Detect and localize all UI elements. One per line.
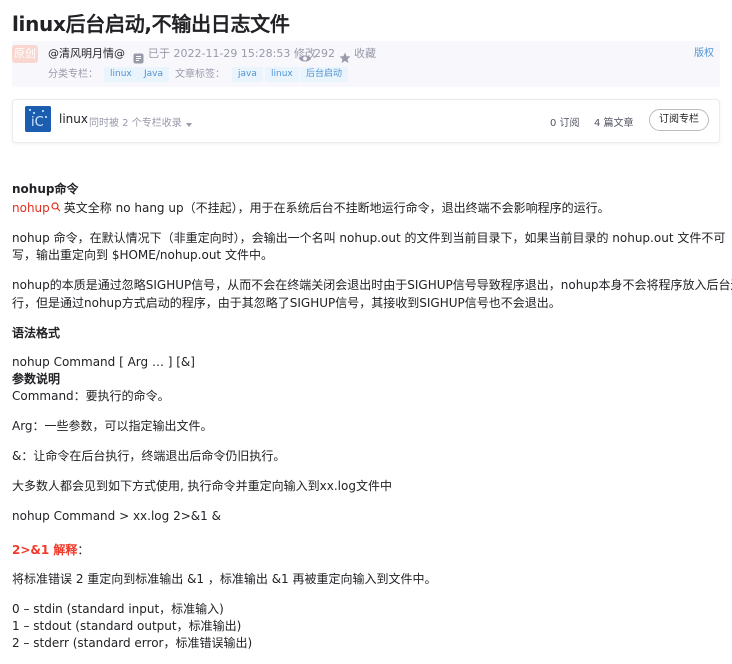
column-label: 分类专栏： [48, 69, 98, 80]
caret-down-icon[interactable] [185, 114, 193, 133]
heading-syntax: 语法格式 [12, 326, 61, 340]
explain-text: 将标准错误 2 重定向到标准输出 &1 ，标准输出 &1 再被重定向输入到文件中… [12, 572, 437, 586]
param-arg: Arg：一些参数，可以指定输出文件。 [12, 419, 213, 433]
heading-explain-red: 2>&1 解释 [12, 543, 78, 557]
paragraph-nohup-intro: nohup 英文全称 no hang up（不挂起），用于在系统后台不挂断地运行命… [12, 199, 610, 218]
column-article-count: 4 篇文章 [594, 118, 634, 129]
tag-label: 文章标签： [175, 69, 225, 80]
subscribe-column-button[interactable]: 订阅专栏 [649, 109, 709, 131]
heading-explain: 2>&1 解释： [12, 541, 89, 560]
column-subscribers: 0 订阅 [550, 118, 580, 129]
original-badge: 原创 [12, 45, 38, 63]
article-tag-java[interactable]: java [232, 67, 263, 82]
view-count: 292 [314, 47, 335, 60]
article-tag-background-start[interactable]: 后台启动 [300, 67, 349, 82]
usage-intro: 大多数人都会见到如下方式使用, 执行命令并重定向输入到xx.log文件中 [12, 479, 392, 493]
paragraph-text: 英文全称 no hang up（不挂起），用于在系统后台不挂断地运行命令，退出终… [63, 201, 610, 215]
column-tag-java[interactable]: Java [138, 67, 170, 82]
author-link[interactable]: @清风明月情@ [48, 47, 125, 61]
column-card: iC linux 同时被 2 个专栏收录 0 订阅 4 篇文章 订阅专栏 [12, 99, 720, 143]
paragraph-sighup-1: nohup的本质是通过忽略SIGHUP信号，从而不会在终端关闭会退出时由于SIG… [12, 278, 732, 292]
column-tag-linux[interactable]: linux [104, 67, 138, 82]
usage-command: nohup Command > xx.log 2>&1 & [12, 509, 221, 523]
column-logo[interactable]: iC [25, 106, 51, 132]
copyright-link[interactable]: 版权 [694, 47, 714, 61]
article-title: linux后台启动,不输出日志文件 [12, 12, 290, 36]
svg-text:iC: iC [31, 115, 44, 130]
keyword-link[interactable]: nohup [12, 201, 50, 215]
star-icon[interactable] [339, 47, 351, 66]
heading-nohup: nohup命令 [12, 182, 79, 196]
article-tag-linux[interactable]: linux [265, 67, 299, 82]
article-meta: 原创 @清风明月情@ 已于 2022-11-29 15:28:53 修改 292… [12, 41, 720, 87]
paragraph-default-output-2: 写，输出重定向到 $HOME/nohup.out 文件中。 [12, 248, 273, 262]
favorite-button[interactable]: 收藏 [354, 47, 376, 61]
heading-explain-colon: ： [77, 543, 90, 557]
eye-icon [298, 48, 312, 67]
param-command: Command：要执行的命令。 [12, 389, 170, 403]
param-ampersand: &：让命令在后台执行，终端退出后命令仍旧执行。 [12, 449, 286, 463]
search-icon[interactable] [50, 201, 64, 215]
modified-time: 已于 2022-11-29 15:28:53 修改 [148, 47, 316, 60]
column-name[interactable]: linux [59, 112, 88, 126]
fd-stderr: 2 – stderr (standard error，标准错误输出) [12, 636, 253, 650]
edit-icon [133, 48, 144, 67]
column-included-text[interactable]: 同时被 2 个专栏收录 [89, 114, 182, 129]
paragraph-sighup-2: 行，但是通过nohup方式启动的程序，由于其忽略了SIGHUP信号，其接收到SI… [12, 296, 561, 310]
